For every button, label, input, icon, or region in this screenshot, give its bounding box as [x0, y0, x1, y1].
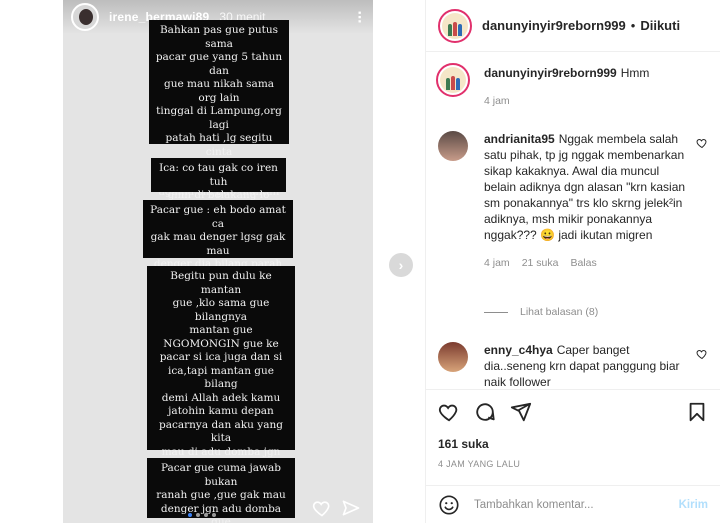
post-media: irene_bermawi89 30 menit ··· Bahkan pas … — [0, 0, 425, 523]
story-footer — [63, 493, 373, 523]
next-image-button[interactable]: › — [389, 253, 413, 277]
reply-button[interactable]: Balas — [570, 255, 596, 271]
share-icon[interactable] — [510, 401, 532, 423]
avatar[interactable] — [438, 131, 468, 161]
caption-time: 4 jam — [484, 95, 510, 107]
story-text-block: Ica: co tau gak co iren tuh gmn di belak… — [151, 158, 286, 201]
view-replies-button[interactable]: Lihat balasan (8) — [484, 306, 598, 318]
comments-list[interactable]: danunyinyir9reborn999 Hmm 4 jam andrianit… — [426, 53, 720, 389]
heart-icon — [312, 501, 330, 517]
separator-dot: • — [630, 18, 636, 33]
carousel-dots — [188, 513, 216, 517]
comment-username[interactable]: enny_c4hya — [484, 343, 553, 357]
chevron-right-icon: › — [398, 257, 404, 273]
story-text-block: Bahkan pas gue putus sama pacar gue yang… — [149, 20, 289, 252]
comment-text: Nggak membela salah satu pihak, tp jg ng… — [484, 132, 686, 242]
avatar[interactable] — [438, 342, 468, 372]
comment-input[interactable] — [474, 498, 679, 511]
post-comment-button[interactable]: Kirim — [679, 499, 708, 511]
view-replies-label: Lihat balasan (8) — [520, 306, 599, 318]
avatar[interactable] — [436, 63, 470, 97]
header-username[interactable]: danunyinyir9reborn999 — [482, 18, 626, 33]
heart-icon[interactable] — [438, 401, 460, 423]
posted-time: 4 JAM YANG LALU — [438, 459, 521, 469]
comment-username[interactable]: andrianita95 — [484, 132, 555, 146]
comment-item: andrianita95 Nggak membela salah satu pih… — [438, 131, 708, 271]
comment-icon[interactable] — [474, 401, 496, 423]
post-panel: danunyinyir9reborn999 • Diikuti danunyin… — [425, 0, 720, 523]
avatar[interactable] — [438, 8, 472, 43]
bookmark-icon[interactable] — [686, 401, 708, 423]
action-bar — [426, 389, 720, 433]
comment-item: enny_c4hya Caper banget dia..seneng krn d… — [438, 342, 708, 389]
emoji-icon[interactable] — [438, 494, 460, 516]
story-text-block: Begitu pun dulu ke mantan gue ,klo sama … — [147, 266, 295, 512]
comment-likes[interactable]: 21 suka — [522, 255, 559, 271]
post-header: danunyinyir9reborn999 • Diikuti — [426, 0, 720, 52]
caption-text: Hmm — [620, 66, 650, 80]
likes-count[interactable]: 161 suka — [438, 437, 489, 451]
caption: danunyinyir9reborn999 Hmm 4 jam — [436, 63, 708, 109]
like-comment-icon[interactable] — [696, 137, 708, 149]
story-text-block: Pacar gue : eh bodo amat ca gak mau deng… — [143, 200, 293, 311]
following-button[interactable]: Diikuti — [640, 18, 680, 33]
comment-time: 4 jam — [484, 257, 510, 269]
add-comment-bar: Kirim — [426, 485, 720, 523]
like-comment-icon[interactable] — [696, 348, 708, 360]
story-avatar — [71, 3, 99, 31]
send-icon — [342, 500, 360, 516]
story-screenshot: irene_bermawi89 30 menit ··· Bahkan pas … — [63, 0, 373, 523]
caption-username[interactable]: danunyinyir9reborn999 — [484, 66, 617, 80]
more-options-icon: ··· — [350, 10, 368, 24]
divider — [484, 311, 508, 313]
